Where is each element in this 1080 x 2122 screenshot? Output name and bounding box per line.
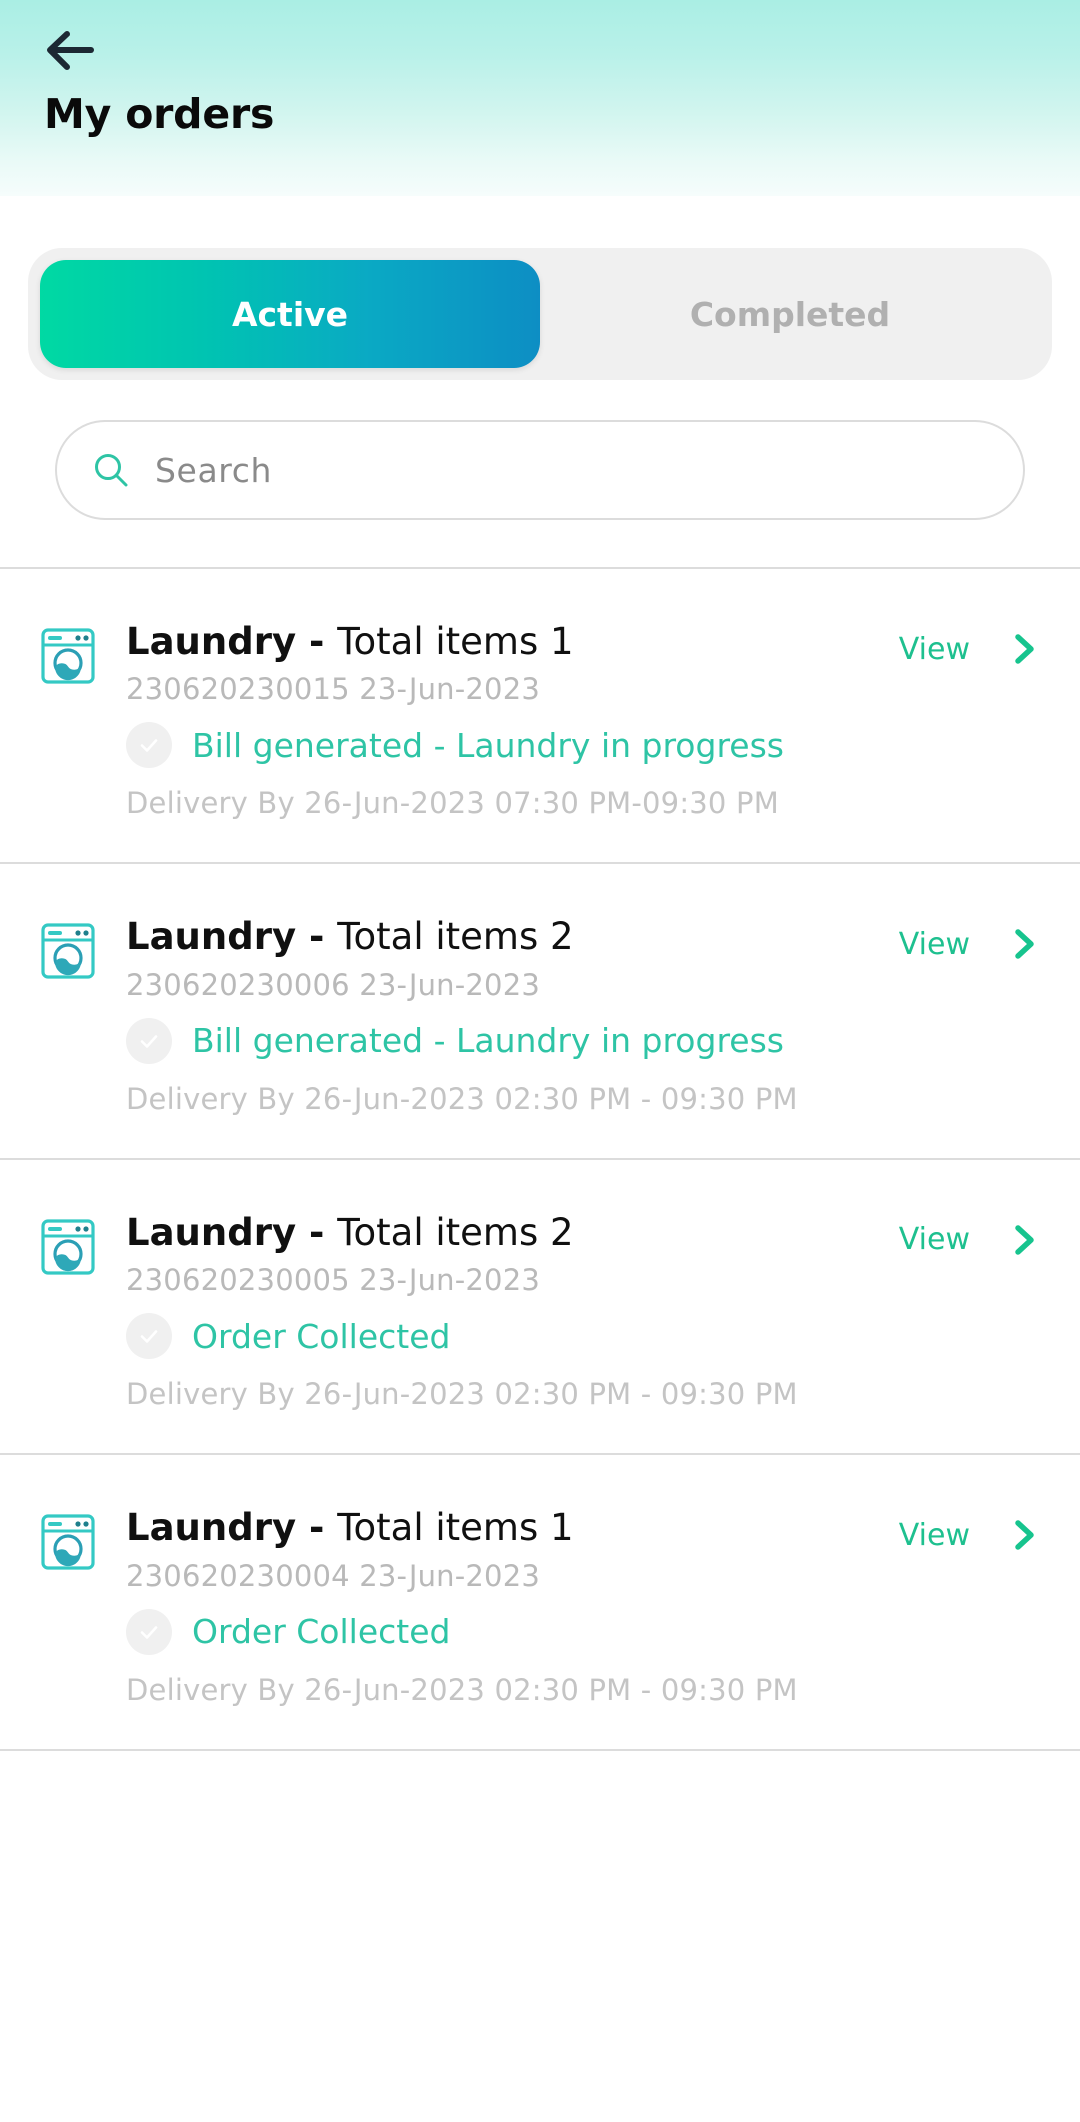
order-date: 23-Jun-2023 xyxy=(359,1263,540,1298)
order-id: 230620230004 xyxy=(126,1558,350,1593)
table-row[interactable]: Laundry - Total items 1 230620230004 23-… xyxy=(0,1455,1080,1751)
check-circle-icon xyxy=(126,1608,172,1655)
washing-machine-icon xyxy=(40,1218,100,1276)
order-status: Order Collected xyxy=(126,1608,1040,1655)
order-items: Total items 1 xyxy=(337,1506,574,1550)
search-icon xyxy=(91,450,131,490)
order-date: 23-Jun-2023 xyxy=(359,1558,540,1593)
order-id: 230620230006 xyxy=(126,967,350,1002)
orders-list: Laundry - Total items 1 230620230015 23-… xyxy=(0,569,1080,1751)
arrow-left-icon xyxy=(47,31,94,70)
order-status: Bill generated - Laundry in progress xyxy=(126,1017,1040,1064)
tab-bar: Active Completed xyxy=(28,248,1052,380)
view-button[interactable]: View xyxy=(899,1222,970,1257)
order-service: Laundry - xyxy=(126,620,338,663)
view-button[interactable]: View xyxy=(899,632,970,667)
view-button[interactable]: View xyxy=(899,1518,970,1553)
table-row[interactable]: Laundry - Total items 2 230620230006 23-… xyxy=(0,864,1080,1160)
my-orders-screen: My orders Active Completed Search Laundr… xyxy=(0,0,1080,2122)
table-row[interactable]: Laundry - Total items 2 230620230005 23-… xyxy=(0,1159,1080,1456)
order-action: View xyxy=(899,1517,1040,1553)
order-action: View xyxy=(899,631,1040,667)
search-container xyxy=(0,380,1080,520)
tabs-container: Active Completed xyxy=(0,196,1080,380)
washing-machine-icon xyxy=(40,627,100,685)
view-button[interactable]: View xyxy=(899,927,970,962)
order-service: Laundry - xyxy=(126,915,338,959)
order-status: Bill generated - Laundry in progress xyxy=(126,722,1040,769)
tab-completed-label: Completed xyxy=(689,294,891,334)
order-date: 23-Jun-2023 xyxy=(359,672,540,707)
order-id: 230620230005 xyxy=(126,1263,350,1298)
status-badge: Order Collected xyxy=(192,1612,451,1652)
table-row[interactable]: Laundry - Total items 1 230620230015 23-… xyxy=(0,569,1080,865)
status-badge: Order Collected xyxy=(192,1316,451,1356)
order-meta: 230620230004 23-Jun-2023 xyxy=(126,1559,1040,1593)
washing-machine-icon xyxy=(40,1513,100,1571)
tab-active[interactable]: Active xyxy=(40,260,540,368)
order-delivery: Delivery By 26-Jun-2023 02:30 PM - 09:30… xyxy=(126,1377,798,1412)
search-input[interactable] xyxy=(155,450,989,490)
check-circle-icon xyxy=(126,1313,172,1360)
search-box[interactable] xyxy=(55,420,1025,520)
chevron-right-icon[interactable] xyxy=(1010,1222,1040,1258)
order-id: 230620230015 xyxy=(126,672,350,707)
order-delivery: Delivery By 26-Jun-2023 07:30 PM-09:30 P… xyxy=(126,786,779,821)
tab-completed[interactable]: Completed xyxy=(540,260,1040,368)
order-service: Laundry - xyxy=(126,1506,338,1550)
order-meta: 230620230015 23-Jun-2023 xyxy=(126,672,1040,706)
tab-active-label: Active xyxy=(231,294,349,334)
order-service: Laundry - xyxy=(126,1210,338,1254)
app-header: My orders xyxy=(0,0,1080,196)
order-items: Total items 1 xyxy=(337,620,574,663)
check-circle-icon xyxy=(126,722,172,769)
order-status: Order Collected xyxy=(126,1313,1040,1360)
status-badge: Bill generated - Laundry in progress xyxy=(192,725,784,765)
order-items: Total items 2 xyxy=(337,915,574,959)
order-delivery: Delivery By 26-Jun-2023 02:30 PM - 09:30… xyxy=(126,1672,798,1707)
order-action: View xyxy=(899,1222,1040,1258)
status-badge: Bill generated - Laundry in progress xyxy=(192,1021,784,1061)
order-action: View xyxy=(899,926,1040,962)
order-date: 23-Jun-2023 xyxy=(359,967,540,1002)
order-meta: 230620230006 23-Jun-2023 xyxy=(126,968,1040,1002)
washing-machine-icon xyxy=(40,922,100,980)
order-meta: 230620230005 23-Jun-2023 xyxy=(126,1263,1040,1297)
check-circle-icon xyxy=(126,1017,172,1064)
chevron-right-icon[interactable] xyxy=(1010,926,1040,962)
chevron-right-icon[interactable] xyxy=(1010,1517,1040,1553)
chevron-right-icon[interactable] xyxy=(1010,631,1040,667)
order-delivery: Delivery By 26-Jun-2023 02:30 PM - 09:30… xyxy=(126,1081,798,1116)
page-title: My orders xyxy=(44,90,275,138)
order-items: Total items 2 xyxy=(337,1210,574,1254)
back-button[interactable] xyxy=(44,22,106,84)
